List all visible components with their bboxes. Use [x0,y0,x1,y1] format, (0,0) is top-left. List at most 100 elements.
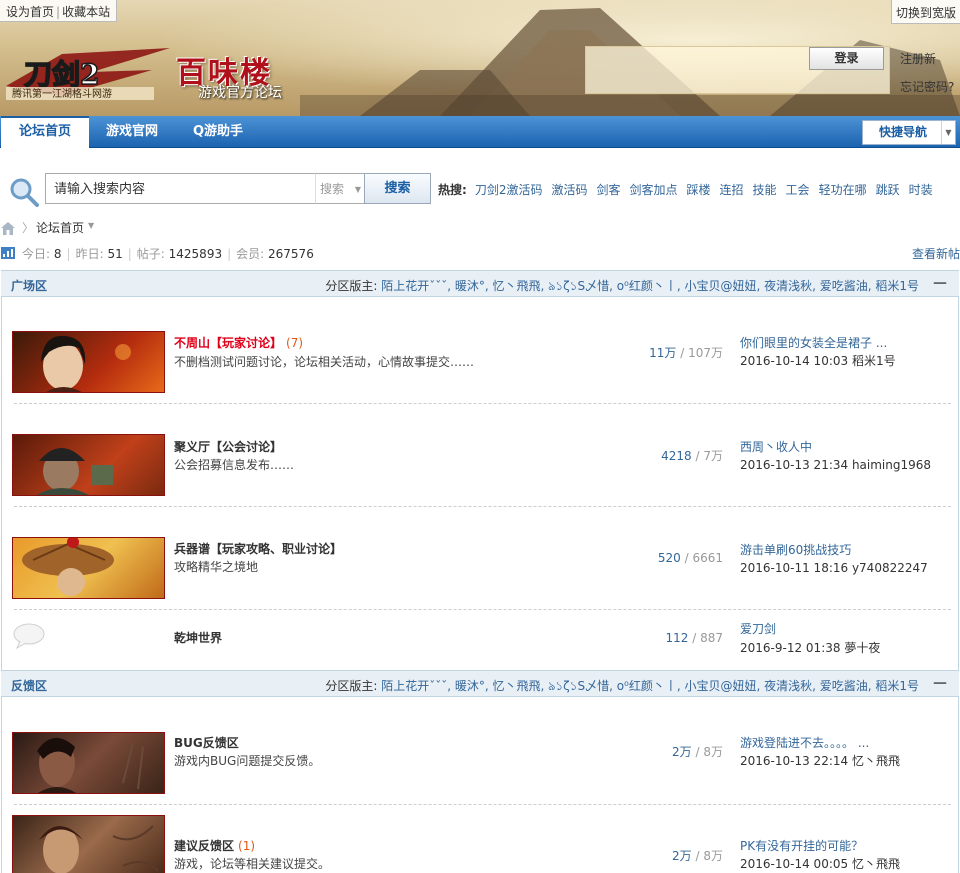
forum-thumbnail[interactable] [12,331,165,393]
quick-nav-dropdown[interactable]: 快捷导航 ▼ [862,120,956,145]
row-divider [14,609,951,610]
nav-q-assistant[interactable]: Q游助手 [175,116,261,148]
search-input[interactable]: 请输入搜索内容 [45,173,317,204]
set-homepage-link[interactable]: 设为首页 [6,5,54,19]
last-post-title[interactable]: PK有没有开挂的可能？ [740,837,863,854]
forum-counts: 11万 / 107万 [649,346,723,360]
row-divider [14,506,951,507]
chevron-down-icon[interactable]: ▼ [941,121,955,144]
last-post-title[interactable]: 游戏登陆进不去。。。。 ... [740,734,869,751]
post-count: 6661 [692,551,723,565]
stat-members: 267576 [268,247,314,261]
last-post-meta: 2016-10-14 10:03 稻米1号 [740,354,896,368]
home-icon[interactable] [1,222,15,235]
last-post-title[interactable]: 你们眼里的女装全是裙子 ... [740,334,887,351]
forum-name-text[interactable]: 建议反馈区 [174,839,234,853]
forum-name-text[interactable]: 兵器谱【玩家攻略、职业讨论】 [174,542,342,556]
forum-row: 不周山【玩家讨论】 (7) 不删档测试问题讨论，论坛相关活动，心情故事提交…… 1… [12,331,952,395]
section-title[interactable]: 广场区 [11,277,47,294]
search-button[interactable]: 搜索 [364,173,431,204]
section-mods-label: 分区版主: [325,279,378,293]
hot-term[interactable]: 跳跃 [876,183,900,197]
forum-row: 兵器谱【玩家攻略、职业讨论】 攻略精华之境地 520 / 6661 游击单刷60… [12,537,952,601]
thread-count: 112 [665,631,689,645]
nav-forum-home[interactable]: 论坛首页 [1,116,89,148]
section-mods-label: 分区版主: [325,679,378,693]
section-body-plaza: 不周山【玩家讨论】 (7) 不删档测试问题讨论，论坛相关活动，心情故事提交…… 1… [1,297,959,670]
section-body-feedback: BUG反馈区 游戏内BUG问题提交反馈。 2万 / 8万 游戏登陆进不去。。。。… [1,697,959,873]
hot-search-label: 热搜: [438,183,467,197]
site-header: 设为首页 | 收藏本站 切换到宽版 刀剑2 腾讯第一江湖格斗网游 百味楼 游戏官方论… [0,0,960,116]
collapse-icon[interactable]: — [933,275,947,291]
forum-counts: 4218 / 7万 [661,449,723,463]
forum-thumbnail[interactable] [12,815,165,873]
hot-term[interactable]: 技能 [753,183,777,197]
forum-logo-subtitle: 游戏官方论坛 [198,85,282,101]
hot-term[interactable]: 刀剑2激活码 [475,183,543,197]
last-post-meta: 2016-10-11 18:16 y740822247 [740,561,928,575]
game-logo[interactable]: 刀剑2 腾讯第一江湖格斗网游 [2,46,170,102]
forum-name[interactable]: 兵器谱【玩家攻略、职业讨论】 [174,540,346,557]
thread-count: 520 [657,551,681,565]
forum-description: 攻略精华之境地 [174,560,259,574]
logo-slogan: 腾讯第一江湖格斗网游 [12,87,112,100]
last-post-meta: 2016-10-14 00:05 忆丶飛飛 [740,857,900,871]
hot-term[interactable]: 轻功在哪 [819,183,867,197]
breadcrumb-current[interactable]: 论坛首页 [36,219,84,236]
view-new-posts-link[interactable]: 查看新帖 [912,245,960,262]
forum-name-text[interactable]: BUG反馈区 [174,736,239,750]
character-portrait-icon [22,538,114,596]
moderator-list[interactable]: 陌上花开ˇˇˇ, 暖沐°, 忆丶飛飛, ঌ১ζ১S乄惜, o⁰红颜丶丨, 小宝贝… [381,279,919,293]
forgot-password-link[interactable]: 忘记密码? [900,78,954,95]
forum-name-text[interactable]: 不周山【玩家讨论】 [174,336,282,350]
hot-term[interactable]: 时装 [909,183,933,197]
login-button[interactable]: 登录 [809,47,884,70]
forum-name[interactable]: 聚义厅【公会讨论】 [174,438,286,455]
breadcrumb-separator: 〉 [22,221,35,235]
forum-name-text[interactable]: 乾坤世界 [174,631,222,645]
hot-term[interactable]: 工会 [786,183,810,197]
top-links: 设为首页 | 收藏本站 [0,0,118,22]
moderator-list[interactable]: 陌上花开ˇˇˇ, 暖沐°, 忆丶飛飛, ঌ১ζ১S乄惜, o⁰红颜丶丨, 小宝贝… [381,679,919,693]
divider: | [56,5,61,19]
hot-search: 热搜: 刀剑2激活码 激活码 剑客 剑客加点 踩楼 连招 技能 工会 轻功在哪 跳跃 时装 [438,181,942,198]
stat-members-label: 会员: [236,247,265,261]
search-type-select[interactable]: 搜索 ▼ [315,173,365,204]
stat-posts-label: 帖子: [136,247,165,261]
post-count: 8万 [703,745,723,759]
row-divider [14,403,951,404]
search-type-label: 搜索 [320,182,345,196]
forum-name[interactable]: BUG反馈区 [174,734,243,751]
last-post-meta: 2016-9-12 01:38 夢十夜 [740,641,881,655]
switch-wide-link[interactable]: 切换到宽版 [890,0,960,24]
last-post-title[interactable]: 爱刀剑 [740,620,776,637]
last-post-title[interactable]: 西周丶收人中 [740,438,812,455]
last-post-meta: 2016-10-13 22:14 忆丶飛飛 [740,754,900,768]
last-post-title[interactable]: 游击单刷60挑战技巧 [740,541,851,558]
hot-term[interactable]: 激活码 [551,183,587,197]
section-moderators: 分区版主: 陌上花开ˇˇˇ, 暖沐°, 忆丶飛飛, ঌ১ζ১S乄惜, o⁰红颜丶… [325,277,919,298]
chevron-down-icon[interactable]: ▼ [88,221,94,230]
forum-counts: 112 / 887 [665,631,723,645]
forum-thumbnail[interactable] [12,537,165,599]
thread-count: 2万 [672,745,692,759]
register-link[interactable]: 注册新 [900,50,936,67]
hot-term[interactable]: 踩楼 [687,183,711,197]
forum-name[interactable]: 建议反馈区 (1) [174,837,255,854]
section-title[interactable]: 反馈区 [11,677,47,694]
collapse-icon[interactable]: — [933,675,947,691]
forum-name[interactable]: 不周山【玩家讨论】 (7) [174,334,303,351]
nav-game-site[interactable]: 游戏官网 [89,116,175,148]
quick-nav-label: 快捷导航 [879,125,928,139]
forum-name-text[interactable]: 聚义厅【公会讨论】 [174,440,282,454]
hot-term[interactable]: 连招 [720,183,744,197]
forum-name[interactable]: 乾坤世界 [174,629,226,646]
forum-thumbnail[interactable] [12,434,165,496]
stat-yesterday: 51 [107,247,123,261]
hot-term[interactable]: 剑客 [596,183,620,197]
forum-description: 游戏，论坛等相关建议提交。 [174,857,331,871]
post-count: 107万 [688,346,723,360]
forum-thumbnail[interactable] [12,732,165,794]
bookmark-site-link[interactable]: 收藏本站 [62,5,110,19]
hot-term[interactable]: 剑客加点 [629,183,677,197]
